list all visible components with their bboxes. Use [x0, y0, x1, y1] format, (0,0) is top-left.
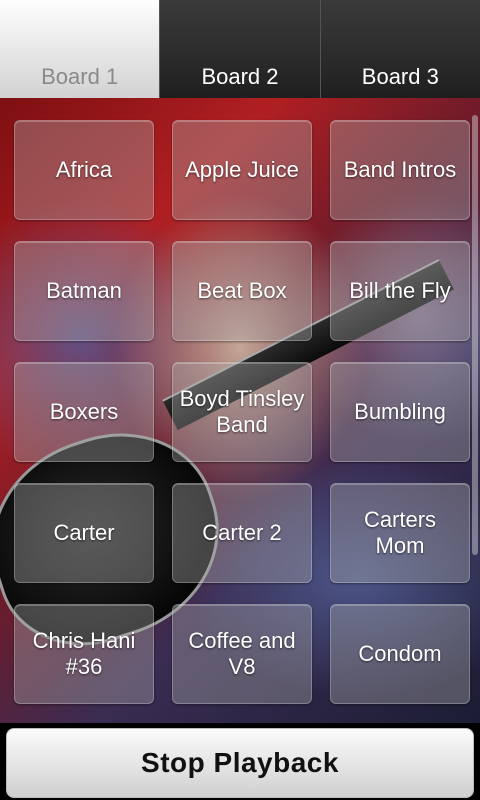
sound-button-carters-mom[interactable]: Carters Mom — [330, 483, 470, 583]
sound-button-band-intros[interactable]: Band Intros — [330, 120, 470, 220]
sound-button-boyd-tinsley-band[interactable]: Boyd Tinsley Band — [172, 362, 312, 462]
tab-board-2[interactable]: Board 2 — [160, 0, 321, 98]
scrollbar[interactable] — [472, 115, 478, 555]
sound-button-carter[interactable]: Carter — [14, 483, 154, 583]
sound-button-condom[interactable]: Condom — [330, 604, 470, 704]
sound-button-coffee-and-v8[interactable]: Coffee and V8 — [172, 604, 312, 704]
sound-button-africa[interactable]: Africa — [14, 120, 154, 220]
sound-button-chris-hani-36[interactable]: Chris Hani #36 — [14, 604, 154, 704]
tab-board-1[interactable]: Board 1 — [0, 0, 161, 98]
sound-button-apple-juice[interactable]: Apple Juice — [172, 120, 312, 220]
sound-button-bill-the-fly[interactable]: Bill the Fly — [330, 241, 470, 341]
tab-board-3[interactable]: Board 3 — [320, 0, 480, 98]
board-tabs: Board 1 Board 2 Board 3 — [0, 0, 480, 98]
sound-button-beat-box[interactable]: Beat Box — [172, 241, 312, 341]
sound-button-bumbling[interactable]: Bumbling — [330, 362, 470, 462]
sound-button-carter-2[interactable]: Carter 2 — [172, 483, 312, 583]
sound-board-grid: Africa Apple Juice Band Intros Batman Be… — [14, 120, 470, 704]
sound-button-boxers[interactable]: Boxers — [14, 362, 154, 462]
bottom-bar: Stop Playback — [0, 723, 480, 800]
sound-button-batman[interactable]: Batman — [14, 241, 154, 341]
stop-playback-button[interactable]: Stop Playback — [6, 728, 474, 798]
